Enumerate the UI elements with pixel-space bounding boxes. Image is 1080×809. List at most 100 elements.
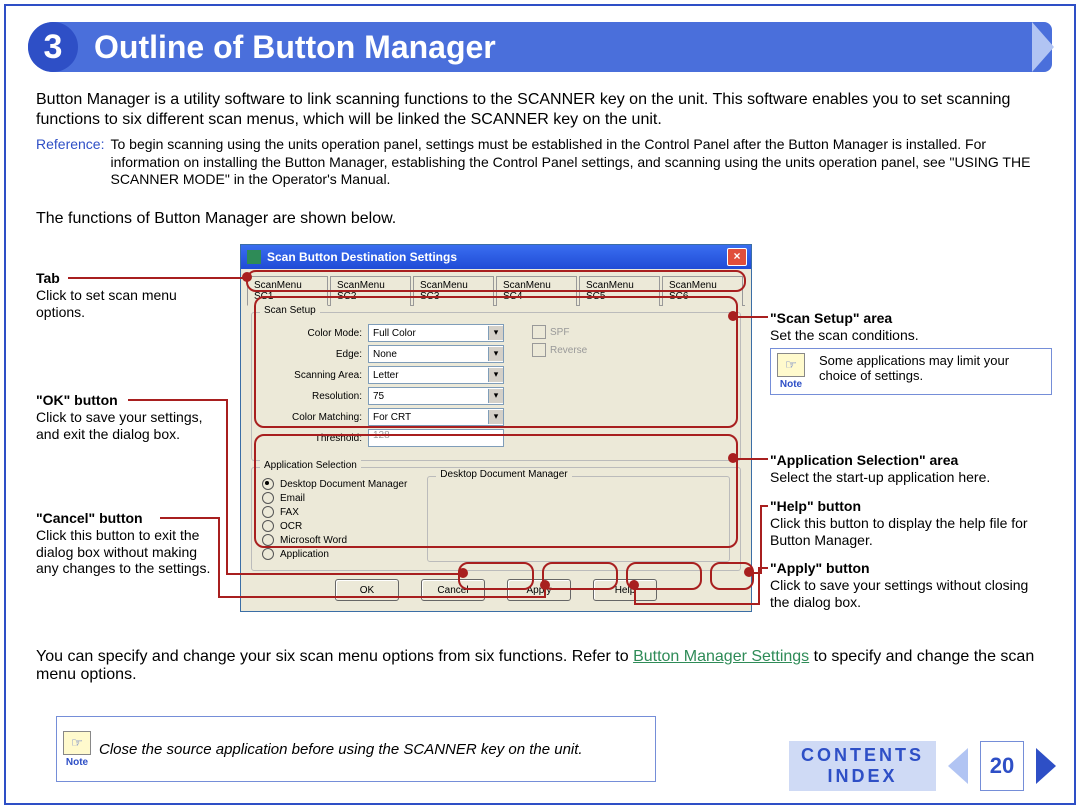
intro-block: Button Manager is a utility software to … (36, 90, 1044, 189)
select-color-mode[interactable]: Full Color ▾ (368, 324, 504, 342)
callout-app-selection: "Application Selection" area Select the … (770, 452, 1040, 486)
tab-sc2[interactable]: ScanMenu SC2 (330, 276, 411, 306)
checkbox-reverse[interactable] (532, 343, 546, 357)
line-apply-v2 (758, 567, 760, 605)
small-note-text: Some applications may limit your choice … (819, 353, 1045, 390)
scan-setup-area: Scan Setup Color Mode:Full Color▾ Edge:N… (251, 312, 741, 461)
radio-email[interactable] (262, 492, 274, 504)
intro-text: Button Manager is a utility software to … (36, 90, 1044, 130)
dialog-title: Scan Button Destination Settings (267, 250, 457, 264)
dropdown-arrow-icon: ▾ (488, 410, 503, 424)
line-apply-h (634, 603, 760, 605)
radio-fax[interactable] (262, 506, 274, 518)
label-scan-area: Scanning Area: (262, 370, 362, 381)
line-cancel-h1 (160, 517, 220, 519)
callout-apply-desc: Click to save your settings without clos… (770, 577, 1028, 610)
callout-help-desc: Click this button to display the help fi… (770, 515, 1028, 548)
callout-ok-desc: Click to save your settings, and exit th… (36, 409, 203, 442)
hand-icon: ☞ (777, 353, 805, 377)
callout-tab-desc: Click to set scan menu options. (36, 287, 177, 320)
header-bar: 3 Outline of Button Manager (28, 22, 1052, 72)
select-edge[interactable]: None ▾ (368, 345, 504, 363)
note-label: Note (780, 379, 802, 390)
tab-sc5[interactable]: ScanMenu SC5 (579, 276, 660, 306)
app-radio-group: Desktop Document Manager Email FAX OCR M… (262, 476, 407, 562)
button-manager-settings-link[interactable]: Button Manager Settings (633, 648, 809, 665)
footer-nav: CONTENTS INDEX 20 (789, 741, 1056, 791)
callout-scan-title: "Scan Setup" area (770, 310, 892, 326)
line-apply-h2 (758, 567, 768, 569)
tab-sc1[interactable]: ScanMenu SC1 (247, 276, 328, 306)
radio-ocr[interactable] (262, 520, 274, 532)
dropdown-arrow-icon: ▾ (488, 389, 503, 403)
label-edge: Edge: (262, 349, 362, 360)
label-spf: SPF (550, 327, 569, 338)
next-page-arrow-icon[interactable] (1036, 748, 1056, 784)
select-color-mode-value: Full Color (373, 328, 416, 339)
callout-help: "Help" button Click this button to displ… (770, 498, 1040, 548)
contents-link[interactable]: CONTENTS (801, 745, 924, 766)
help-button[interactable]: Help (593, 579, 657, 601)
select-resolution[interactable]: 75 ▾ (368, 387, 504, 405)
small-note-box: ☞ Note Some applications may limit your … (770, 348, 1052, 395)
callout-tab-title: Tab (36, 270, 60, 286)
dropdown-arrow-icon: ▾ (488, 347, 503, 361)
callout-apply-title: "Apply" button (770, 560, 870, 576)
dialog-titlebar: Scan Button Destination Settings × (241, 245, 751, 269)
select-scan-area[interactable]: Letter▾ (368, 366, 504, 384)
callout-help-title: "Help" button (770, 498, 861, 514)
input-threshold[interactable]: 128 (368, 429, 504, 447)
select-resolution-value: 75 (373, 391, 384, 402)
dropdown-arrow-icon: ▾ (488, 326, 503, 340)
dialog-window: Scan Button Destination Settings × ScanM… (240, 244, 752, 612)
bottom-p1: You can specify and change your six scan… (36, 648, 633, 665)
scan-setup-legend: Scan Setup (260, 305, 320, 316)
radio-word[interactable] (262, 534, 274, 546)
header-chevron-icon (1032, 22, 1054, 72)
checkbox-spf[interactable] (532, 325, 546, 339)
radio-ddm[interactable] (262, 478, 274, 490)
big-note-text: Close the source application before usin… (99, 741, 583, 758)
dot-ok (458, 568, 468, 578)
callout-cancel: "Cancel" button Click this button to exi… (36, 510, 216, 577)
select-scan-area-value: Letter (373, 370, 399, 381)
application-selection-area: Application Selection Desktop Document M… (251, 467, 741, 571)
tab-sc4[interactable]: ScanMenu SC4 (496, 276, 577, 306)
label-color-mode: Color Mode: (262, 328, 362, 339)
note-label: Note (66, 757, 88, 768)
index-link[interactable]: INDEX (801, 766, 924, 787)
section-number: 3 (28, 22, 78, 72)
preview-legend: Desktop Document Manager (436, 469, 571, 480)
app-preview-box: Desktop Document Manager (427, 476, 730, 562)
hand-icon: ☞ (63, 731, 91, 755)
reference-label: Reference: (36, 136, 104, 189)
page-number: 20 (980, 741, 1024, 791)
tab-sc6[interactable]: ScanMenu SC6 (662, 276, 743, 306)
radio-label-word: Microsoft Word (280, 535, 347, 546)
label-resolution: Resolution: (262, 391, 362, 402)
label-color-matching: Color Matching: (262, 412, 362, 423)
callout-ok-title: "OK" button (36, 392, 118, 408)
callout-cancel-title: "Cancel" button (36, 510, 143, 526)
select-color-matching[interactable]: For CRT ▾ (368, 408, 504, 426)
prev-page-arrow-icon[interactable] (948, 748, 968, 784)
line-tab (68, 277, 246, 279)
bottom-paragraph: You can specify and change your six scan… (36, 648, 1044, 684)
appsel-legend: Application Selection (260, 460, 361, 471)
radio-label-email: Email (280, 493, 305, 504)
line-ok-v (226, 399, 228, 574)
line-cancel-v2 (544, 584, 546, 598)
radio-app[interactable] (262, 548, 274, 560)
line-ok-h1 (128, 399, 228, 401)
line-ok-h2 (226, 573, 462, 575)
big-note: ☞ Note Close the source application befo… (56, 716, 656, 782)
callout-app-title: "Application Selection" area (770, 452, 958, 468)
select-edge-value: None (373, 349, 397, 360)
close-icon[interactable]: × (727, 248, 747, 266)
tab-sc3[interactable]: ScanMenu SC3 (413, 276, 494, 306)
functions-text: The functions of Button Manager are show… (36, 210, 396, 228)
select-color-matching-value: For CRT (373, 412, 411, 423)
radio-label-fax: FAX (280, 507, 299, 518)
line-help-h2 (760, 505, 768, 507)
dot-appsel (728, 453, 738, 463)
